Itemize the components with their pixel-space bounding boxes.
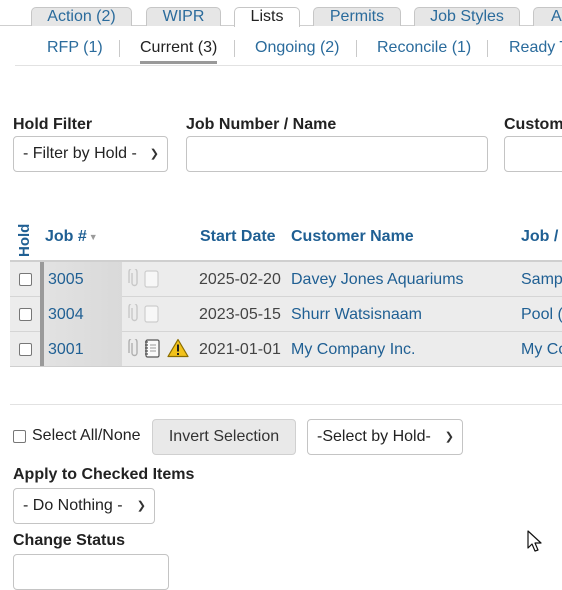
divider — [234, 40, 235, 57]
warning-icon[interactable] — [167, 338, 189, 363]
sort-desc-icon: ▼ — [88, 231, 98, 242]
tab-action[interactable]: Action (2) — [31, 7, 132, 26]
notes-icon[interactable] — [142, 303, 160, 329]
subtab-rfp[interactable]: RFP (1) — [47, 36, 103, 60]
job-name-link[interactable]: Pool ( — [521, 305, 562, 324]
table-bottom-divider — [10, 366, 562, 367]
main-tab-strip: Action (2) WIPR Lists Permits Job Styles… — [0, 0, 562, 27]
job-name-column-header[interactable]: Job / — [521, 228, 558, 246]
job-number-column-header[interactable]: Job # ▼ — [45, 228, 98, 246]
select-by-hold-select[interactable]: -Select by Hold- ❯ — [307, 419, 463, 455]
subtab-reconcile[interactable]: Reconcile (1) — [377, 36, 471, 60]
row-checkbox[interactable] — [19, 343, 32, 356]
notepad-icon[interactable] — [142, 337, 162, 365]
select-all-label[interactable]: Select All/None — [32, 427, 141, 445]
tab-permits[interactable]: Permits — [313, 7, 401, 26]
customer-name-link[interactable]: My Company Inc. — [291, 340, 415, 359]
list-subtabs: RFP (1) Current (3) Ongoing (2) Reconcil… — [15, 36, 562, 64]
job-number-input[interactable] — [186, 136, 488, 172]
tab-wipr[interactable]: WIPR — [146, 7, 221, 26]
job-number-link[interactable]: 3005 — [48, 270, 84, 289]
paperclip-icon[interactable] — [128, 337, 140, 364]
select-by-hold-value: -Select by Hold- — [317, 428, 431, 445]
subtab-ready[interactable]: Ready T — [509, 36, 562, 60]
table-header: Hold Job # ▼ Start Date Customer Name Job… — [10, 216, 562, 262]
select-all-checkbox[interactable] — [13, 430, 26, 443]
job-number-link[interactable]: 3001 — [48, 340, 84, 359]
change-status-select[interactable] — [13, 554, 169, 590]
customer-name-link[interactable]: Shurr Watsisnaam — [291, 305, 422, 324]
paperclip-icon[interactable] — [128, 302, 140, 329]
notes-icon[interactable] — [142, 268, 160, 294]
paperclip-icon[interactable] — [128, 267, 140, 294]
section-divider — [10, 404, 562, 405]
subtab-current[interactable]: Current (3) — [140, 36, 218, 64]
start-date: 2023-05-15 — [199, 306, 281, 323]
job-number-link[interactable]: 3004 — [48, 305, 84, 324]
job-name-link[interactable]: Samp — [521, 270, 562, 289]
start-date: 2021-01-01 — [199, 341, 281, 358]
hold-filter-select[interactable]: - Filter by Hold - ❯ — [13, 136, 168, 172]
tab-lists[interactable]: Lists — [234, 7, 300, 27]
row-checkbox[interactable] — [19, 308, 32, 321]
tab-more[interactable]: A — [533, 7, 562, 26]
subtab-divider — [15, 65, 562, 66]
chevron-down-icon: ❯ — [149, 148, 159, 160]
job-name-link[interactable]: My Co — [521, 340, 562, 359]
change-status-label: Change Status — [13, 532, 126, 549]
cursor-icon — [527, 530, 543, 559]
divider — [356, 40, 357, 57]
table-row[interactable]: 3001 2021-01-01 My Company Inc. My Co — [10, 332, 562, 367]
tab-job-styles[interactable]: Job Styles — [414, 7, 520, 26]
invert-selection-button[interactable]: Invert Selection — [152, 419, 296, 455]
customer-filter-label: Custom — [504, 116, 562, 133]
chevron-down-icon: ❯ — [136, 500, 146, 512]
divider — [119, 40, 120, 57]
apply-action-select[interactable]: - Do Nothing - ❯ — [13, 488, 155, 524]
job-number-header-label: Job # — [45, 228, 87, 245]
apply-label: Apply to Checked Items — [13, 466, 195, 483]
row-checkbox[interactable] — [19, 273, 32, 286]
table-row[interactable]: 3004 2023-05-15 Shurr Watsisnaam Pool ( — [10, 297, 562, 332]
apply-action-value: - Do Nothing - — [23, 497, 123, 514]
start-date-column-header[interactable]: Start Date — [200, 228, 276, 246]
subtab-ongoing[interactable]: Ongoing (2) — [255, 36, 340, 60]
customer-name-column-header[interactable]: Customer Name — [291, 228, 414, 246]
start-date: 2025-02-20 — [199, 271, 281, 288]
job-number-label: Job Number / Name — [186, 116, 337, 133]
hold-column-header[interactable]: Hold — [16, 220, 34, 260]
customer-name-link[interactable]: Davey Jones Aquariums — [291, 270, 464, 289]
chevron-down-icon: ❯ — [444, 431, 454, 443]
table-row[interactable]: 3005 2025-02-20 Davey Jones Aquariums Sa… — [10, 262, 562, 297]
customer-filter-input[interactable] — [504, 136, 562, 172]
hold-filter-label: Hold Filter — [13, 116, 93, 133]
divider — [487, 40, 488, 57]
hold-filter-value: - Filter by Hold - — [23, 145, 137, 162]
